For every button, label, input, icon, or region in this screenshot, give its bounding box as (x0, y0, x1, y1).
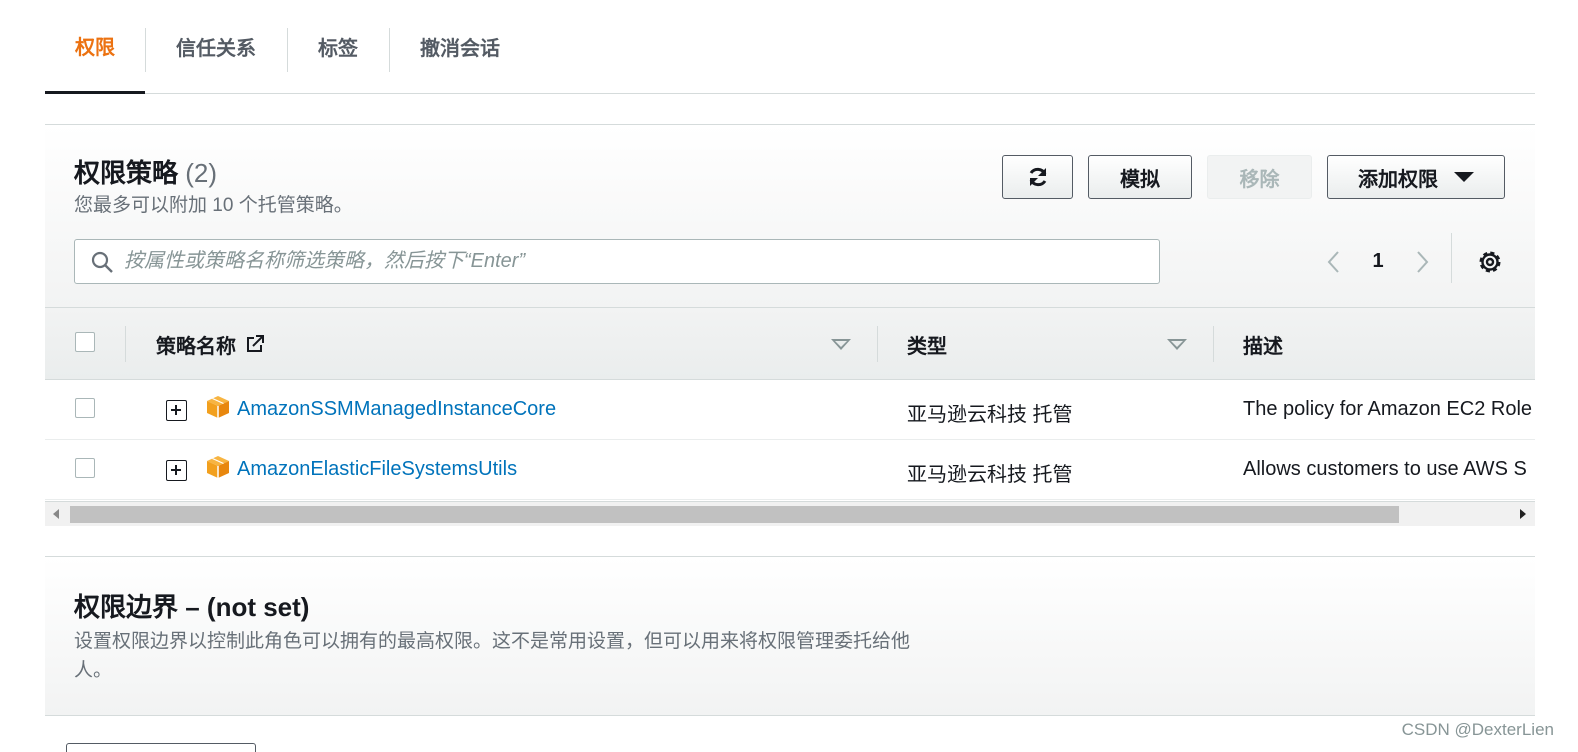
column-header-type[interactable]: 类型 (907, 308, 947, 380)
permissions-boundary-description: 设置权限边界以控制此角色可以拥有的最高权限。这不是常用设置，但可以用来将权限管理… (74, 631, 911, 681)
tab-bar: 权限 信任关系 标签 撤消会话 (45, 0, 1535, 94)
permissions-boundary-section: 权限边界 – (not set) 设置权限边界以控制此角色可以拥有的最高权限。这… (45, 556, 1535, 716)
panel-header: 权限策略 (2) 您最多可以附加 10 个托管策略。 模拟 移除 添加权限 按属… (45, 125, 1535, 308)
policy-count: (2) (185, 158, 218, 188)
search-input[interactable] (124, 250, 1124, 273)
policy-type: 亚马逊云科技 托管 (907, 404, 1073, 426)
table-row: AmazonElasticFileSystemsUtils 亚马逊云科技 托管 … (45, 440, 1535, 500)
expand-row-icon[interactable] (166, 460, 187, 481)
set-boundary-button[interactable] (66, 743, 256, 752)
column-header-policy-name-label: 策略名称 (156, 335, 236, 358)
gear-icon[interactable] (1475, 247, 1505, 277)
panel-title: 权限策略 (2) (74, 153, 217, 190)
select-all-checkbox[interactable] (75, 332, 95, 352)
next-page-button[interactable] (1408, 248, 1436, 276)
policy-name-link[interactable]: AmazonSSMManagedInstanceCore (237, 398, 556, 421)
tab-tags[interactable]: 标签 (287, 0, 389, 93)
expand-row-icon[interactable] (166, 400, 187, 421)
sort-type-icon[interactable] (1167, 339, 1187, 350)
tab-permissions[interactable]: 权限 (45, 0, 145, 94)
column-divider (1213, 326, 1214, 362)
policy-description: Allows customers to use AWS S (1243, 458, 1527, 480)
row-checkbox[interactable] (75, 458, 95, 478)
scroll-left-arrow-icon[interactable] (53, 509, 59, 519)
column-header-policy-name[interactable]: 策略名称 (156, 308, 266, 380)
column-divider (125, 326, 126, 362)
column-divider (877, 326, 878, 362)
table-row: AmazonSSMManagedInstanceCore 亚马逊云科技 托管 T… (45, 380, 1535, 440)
table-header: 策略名称 类型 描述 (45, 308, 1535, 380)
caret-down-icon (1454, 172, 1474, 182)
watermark: CSDN @DexterLien (1401, 720, 1554, 739)
chevron-left-icon (1327, 250, 1339, 273)
current-page[interactable]: 1 (1348, 250, 1408, 273)
tab-revoke-sessions[interactable]: 撤消会话 (389, 0, 531, 93)
scrollbar-thumb[interactable] (70, 506, 1399, 523)
remove-button[interactable]: 移除 (1207, 155, 1312, 199)
simulate-button[interactable]: 模拟 (1088, 155, 1192, 199)
policy-name-link[interactable]: AmazonElasticFileSystemsUtils (237, 458, 517, 481)
policy-description: The policy for Amazon EC2 Role (1243, 398, 1533, 420)
aws-managed-policy-icon (207, 396, 229, 418)
row-checkbox[interactable] (75, 398, 95, 418)
aws-managed-policy-icon (207, 456, 229, 478)
panel-title-text: 权限策略 (74, 158, 179, 188)
chevron-right-icon (1417, 250, 1429, 273)
pagination: 1 (1320, 239, 1436, 284)
permissions-boundary-title: 权限边界 – (not set) (74, 592, 310, 622)
scroll-right-arrow-icon[interactable] (1520, 509, 1526, 519)
tab-trust-relationships[interactable]: 信任关系 (145, 0, 287, 93)
permission-policies-panel: 权限策略 (2) 您最多可以附加 10 个托管策略。 模拟 移除 添加权限 按属… (45, 124, 1535, 526)
external-link-icon (247, 335, 264, 352)
column-header-description[interactable]: 描述 (1243, 308, 1283, 380)
refresh-button[interactable] (1002, 155, 1073, 199)
add-permissions-label: 添加权限 (1358, 168, 1438, 191)
panel-subtitle: 您最多可以附加 10 个托管策略。 (74, 195, 353, 216)
policy-type: 亚马逊云科技 托管 (907, 464, 1073, 486)
search-box (74, 239, 1160, 284)
sort-policy-name-icon[interactable] (831, 339, 851, 350)
horizontal-scrollbar[interactable] (45, 501, 1535, 526)
pager-divider (1451, 233, 1452, 283)
previous-page-button[interactable] (1320, 248, 1348, 276)
add-permissions-button[interactable]: 添加权限 (1327, 155, 1505, 199)
search-icon (91, 251, 113, 273)
refresh-icon (1029, 167, 1046, 187)
